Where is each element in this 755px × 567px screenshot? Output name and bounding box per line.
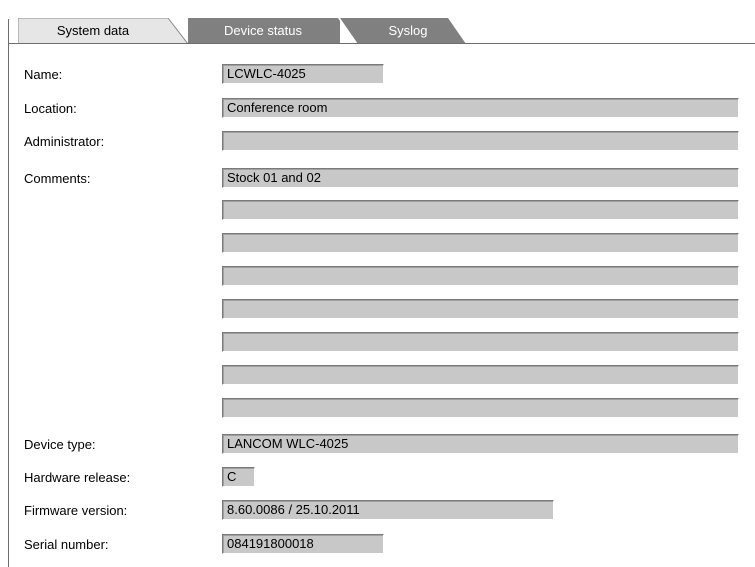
comments-line-5[interactable]: [222, 299, 739, 319]
tab-divider: [8, 43, 755, 44]
name-label: Name:: [24, 67, 63, 82]
tab-device-status[interactable]: Device status: [178, 18, 356, 44]
comments-line-4[interactable]: [222, 266, 739, 286]
location-label: Location:: [24, 101, 77, 116]
tab-syslog-label: Syslog: [388, 23, 428, 38]
tab-system-data-label: System data: [56, 23, 130, 38]
tab-device-status-label: Device status: [223, 23, 303, 38]
comments-line-2[interactable]: [222, 200, 739, 220]
comments-line-1[interactable]: Stock 01 and 02: [222, 168, 739, 188]
comments-label: Comments:: [24, 171, 91, 186]
serial-number-label: Serial number:: [24, 537, 109, 552]
tab-bar: System data Device status Syslog: [0, 0, 755, 44]
comments-line-6[interactable]: [222, 332, 739, 352]
firmware-version-label: Firmware version:: [24, 503, 128, 518]
comments-line-3[interactable]: [222, 233, 739, 253]
tab-system-data[interactable]: System data: [18, 18, 188, 44]
administrator-field[interactable]: [222, 131, 739, 151]
device-type-field[interactable]: LANCOM WLC-4025: [222, 434, 739, 454]
firmware-version-field[interactable]: 8.60.0086 / 25.10.2011: [222, 500, 554, 520]
hardware-release-label: Hardware release:: [24, 470, 131, 485]
location-field[interactable]: Conference room: [222, 98, 739, 118]
administrator-label: Administrator:: [24, 134, 105, 149]
panel-border: [8, 19, 9, 567]
comments-line-8[interactable]: [222, 398, 739, 418]
tab-syslog[interactable]: Syslog: [340, 18, 466, 44]
device-type-label: Device type:: [24, 437, 96, 452]
name-field[interactable]: LCWLC-4025: [222, 64, 384, 84]
hardware-release-field[interactable]: C: [222, 467, 255, 487]
comments-line-7[interactable]: [222, 365, 739, 385]
serial-number-field[interactable]: 084191800018: [222, 534, 384, 554]
